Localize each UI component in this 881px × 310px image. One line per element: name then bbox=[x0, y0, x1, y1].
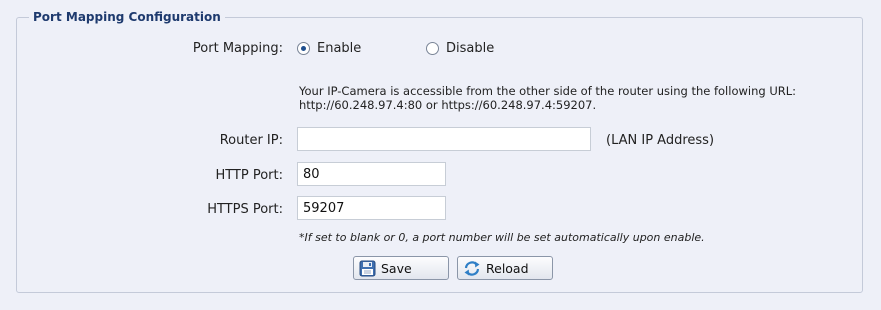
disable-radio-label: Disable bbox=[446, 41, 495, 56]
floppy-disk-icon bbox=[359, 260, 376, 276]
router-ip-input[interactable] bbox=[297, 127, 591, 151]
enable-radio-label: Enable bbox=[317, 41, 362, 56]
https-port-input[interactable] bbox=[297, 196, 446, 220]
port-mapping-panel: Port Mapping Configuration Port Mapping:… bbox=[0, 0, 881, 310]
port-mapping-label: Port Mapping: bbox=[192, 41, 283, 56]
save-button-label: Save bbox=[381, 260, 412, 276]
disable-radio[interactable]: Disable bbox=[426, 41, 494, 56]
section-legend: Port Mapping Configuration bbox=[33, 10, 221, 24]
disable-radio-dot[interactable] bbox=[426, 42, 439, 55]
access-info-line1: Your IP-Camera is accessible from the ot… bbox=[299, 84, 797, 98]
http-port-label: HTTP Port: bbox=[215, 168, 283, 183]
https-port-label: HTTPS Port: bbox=[207, 202, 283, 217]
save-button[interactable]: Save bbox=[353, 256, 449, 280]
reload-button-label: Reload bbox=[486, 260, 529, 276]
reload-button[interactable]: Reload bbox=[457, 256, 553, 280]
http-port-input[interactable] bbox=[297, 162, 446, 186]
enable-radio[interactable]: Enable bbox=[297, 41, 361, 56]
auto-port-hint: *If set to blank or 0, a port number wil… bbox=[299, 231, 705, 244]
router-ip-suffix: (LAN IP Address) bbox=[606, 133, 715, 148]
reload-icon bbox=[464, 260, 480, 276]
access-info-line2: http://60.248.97.4:80 or https://60.248.… bbox=[299, 98, 597, 112]
enable-radio-dot[interactable] bbox=[297, 42, 310, 55]
router-ip-label: Router IP: bbox=[219, 133, 283, 148]
